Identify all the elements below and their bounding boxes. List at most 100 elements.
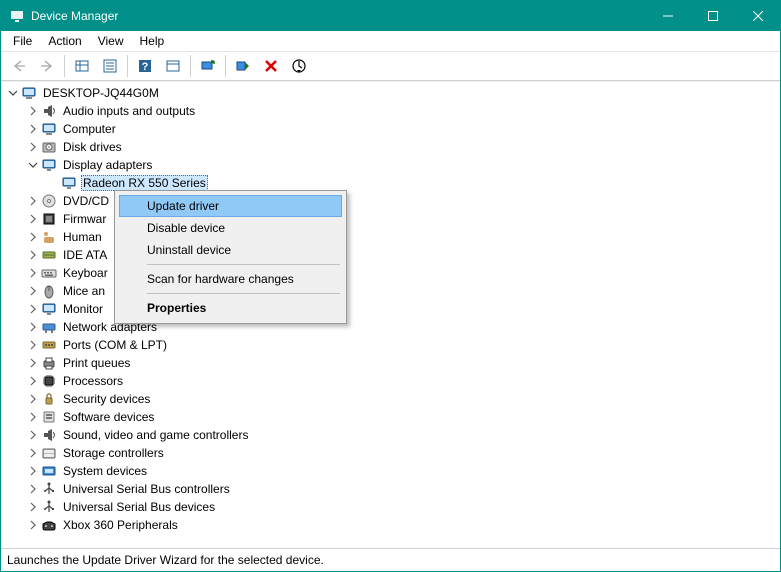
tree-category-label: DVD/CD [61,194,111,208]
toolbar-forward-button[interactable] [34,53,60,79]
context-menu-separator [147,264,340,265]
chevron-right-icon[interactable] [25,193,41,209]
tree-category[interactable]: Universal Serial Bus devices [1,498,780,516]
context-menu-item[interactable]: Scan for hardware changes [119,268,342,290]
chevron-right-icon[interactable] [25,463,41,479]
tree-category[interactable]: Sound, video and game controllers [1,426,780,444]
maximize-button[interactable] [690,1,735,31]
tree-category[interactable]: Display adapters [1,156,780,174]
xbox-icon [41,517,57,533]
chevron-right-icon[interactable] [25,427,41,443]
menu-action[interactable]: Action [40,32,89,50]
context-menu-item[interactable]: Properties [119,297,342,319]
chevron-right-icon[interactable] [25,103,41,119]
tree-category[interactable]: Storage controllers [1,444,780,462]
chevron-right-icon[interactable] [25,283,41,299]
tree-category[interactable]: System devices [1,462,780,480]
ports-icon [41,337,57,353]
tree-category[interactable]: Xbox 360 Peripherals [1,516,780,534]
optical-icon [41,193,57,209]
computer-cat-icon [41,121,57,137]
minimize-button[interactable] [645,1,690,31]
tree-category-label: Mice an [61,284,107,298]
tree-category[interactable]: Computer [1,120,780,138]
tree-category-label: Xbox 360 Peripherals [61,518,180,532]
toolbar-show-hidden-button[interactable] [69,53,95,79]
tree-category-label: Disk drives [61,140,124,154]
security-icon [41,391,57,407]
context-menu-item-label: Disable device [147,221,225,235]
tree-category[interactable]: Processors [1,372,780,390]
chevron-right-icon[interactable] [25,445,41,461]
context-menu: Update driver Disable device Uninstall dev… [114,190,347,324]
chevron-right-icon[interactable] [25,265,41,281]
chevron-right-icon[interactable] [25,247,41,263]
chevron-right-icon[interactable] [25,391,41,407]
tree-category-label: Display adapters [61,158,154,172]
chevron-right-icon[interactable] [25,211,41,227]
toolbar-properties-button[interactable] [97,53,123,79]
display-icon [41,157,57,173]
chevron-right-icon[interactable] [25,355,41,371]
tree-category[interactable]: Software devices [1,408,780,426]
chevron-right-icon[interactable] [25,409,41,425]
tree-category[interactable]: Audio inputs and outputs [1,102,780,120]
chevron-right-icon[interactable] [25,481,41,497]
tree-category-label: Security devices [61,392,152,406]
toolbar-help-button[interactable]: ? [132,53,158,79]
tree-category-label: Universal Serial Bus controllers [61,482,232,496]
chevron-right-icon[interactable] [25,139,41,155]
context-menu-item[interactable]: Uninstall device [119,239,342,261]
tree-category[interactable]: Print queues [1,354,780,372]
chevron-right-icon[interactable] [25,319,41,335]
tree-category-label: Computer [61,122,118,136]
chevron-right-icon[interactable] [25,337,41,353]
tree-category[interactable]: Disk drives [1,138,780,156]
toolbar: ? [1,52,780,81]
tree-category[interactable]: Security devices [1,390,780,408]
menu-bar: File Action View Help [1,31,780,52]
display-icon [61,175,77,191]
close-button[interactable] [735,1,780,31]
toolbar-scan-button[interactable] [286,53,312,79]
system-icon [41,463,57,479]
keyboard-icon [41,265,57,281]
menu-help[interactable]: Help [132,32,173,50]
context-menu-item[interactable]: Disable device [119,217,342,239]
context-menu-item-label: Scan for hardware changes [147,272,294,286]
mouse-icon [41,283,57,299]
chevron-right-icon[interactable] [25,373,41,389]
context-menu-item-label: Uninstall device [147,243,231,257]
chevron-down-icon[interactable] [25,157,41,173]
tree-category[interactable]: Ports (COM & LPT) [1,336,780,354]
chevron-right-icon[interactable] [25,121,41,137]
tree-category-label: Software devices [61,410,156,424]
tree-category-label: Sound, video and game controllers [61,428,250,442]
tree-category-label: Print queues [61,356,132,370]
tree-category-label: System devices [61,464,149,478]
toolbar-back-button[interactable] [6,53,32,79]
chevron-down-icon[interactable] [5,85,21,101]
audio-icon [41,103,57,119]
tree-root[interactable]: DESKTOP-JQ44G0M [1,84,780,102]
monitor-icon [41,301,57,317]
menu-file[interactable]: File [5,32,40,50]
toolbar-details-button[interactable] [160,53,186,79]
tree-root-label: DESKTOP-JQ44G0M [41,86,161,100]
tree-category-label: Storage controllers [61,446,166,460]
toolbar-uninstall-button[interactable] [258,53,284,79]
toolbar-separator [225,55,226,77]
tree-category-label: Processors [61,374,125,388]
chevron-right-icon[interactable] [25,301,41,317]
disk-icon [41,139,57,155]
chevron-right-icon[interactable] [25,229,41,245]
chevron-right-icon[interactable] [25,517,41,533]
toolbar-enable-button[interactable] [230,53,256,79]
context-menu-item[interactable]: Update driver [119,195,342,217]
tree-category-label: Ports (COM & LPT) [61,338,169,352]
menu-view[interactable]: View [90,32,132,50]
chevron-right-icon[interactable] [25,499,41,515]
toolbar-update-driver-button[interactable] [195,53,221,79]
tree-category-label: Audio inputs and outputs [61,104,197,118]
tree-category[interactable]: Universal Serial Bus controllers [1,480,780,498]
